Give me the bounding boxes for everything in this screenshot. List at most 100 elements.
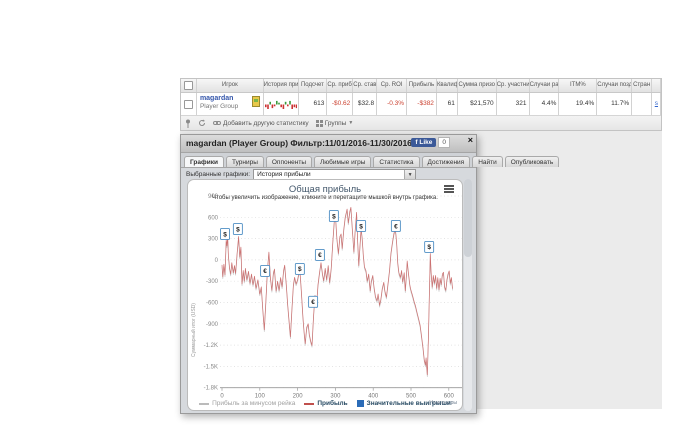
y-axis-title: Суммарный итог (USD) [190,303,197,357]
screen: ИгрокИстория прибыПодсчетСр. прибыСр. ст… [0,0,700,429]
stat-cell: 19.4% [559,93,598,115]
chevron-down-icon: ▼ [348,120,354,126]
y-tick-label: -600 [206,301,219,307]
x-tick-label: 0 [220,394,224,400]
table-row: magardan Player Group 613 -$0.62 $32.8 -0.3% -… [181,93,661,116]
tab-5[interactable]: Статистика [373,156,420,167]
column-header[interactable] [652,79,662,92]
profit-line [221,207,453,376]
legend-item-rake: Прибыль за минусом рейка [199,400,295,407]
refresh-icon[interactable] [198,119,206,127]
row-checkbox[interactable] [183,99,193,109]
tab-2[interactable]: Турниры [225,156,264,167]
player-detail-popup: magardan (Player Group) Фильтр:11/01/201… [180,134,560,414]
popup-tab-bar: Графики Турниры Оппоненты Любимые игры Стати… [181,153,560,168]
player-stats-table: ИгрокИстория прибыПодсчетСр. прибыСр. ст… [180,78,662,131]
big-win-symbol: € [311,299,315,306]
gray-line-swatch [199,402,210,405]
column-header[interactable]: Игрок [197,79,264,92]
add-statistic-label: Добавить другую статистику [223,119,309,127]
stat-cell: -$382 [407,93,437,115]
stat-cell [632,93,653,115]
select-all-checkbox[interactable] [183,81,193,90]
x-tick-label: 200 [293,394,304,400]
stat-cell: $21,570 [458,93,497,115]
profit-history-sparkline [264,93,299,115]
table-footer: Добавить другую статистику Группы ▼ [181,116,661,130]
tab-7[interactable]: Найти [472,156,503,167]
chart-menu-icon[interactable] [444,185,454,194]
column-header[interactable]: Квалиф [437,79,458,92]
x-tick-label: 600 [444,394,455,400]
table-header-row: ИгрокИстория прибыПодсчетСр. прибыСр. ст… [181,79,662,93]
big-win-symbol: € [263,268,267,275]
stat-cell: magardan Player Group [197,93,264,115]
graph-select-value: История прибыли [257,171,311,178]
popup-header: magardan (Player Group) Фильтр:11/01/201… [181,135,476,153]
close-icon[interactable]: × [468,135,473,145]
stat-cell: -0.3% [377,93,408,115]
column-header[interactable]: Ср. ставк [353,79,378,92]
big-win-symbol: $ [332,213,336,220]
column-header[interactable]: Ср. участни [497,79,530,92]
tab-6[interactable]: Достижения [421,156,471,167]
facebook-like-count: 0 [438,137,450,148]
pin-icon[interactable] [185,119,191,128]
big-win-symbol: $ [223,231,227,238]
y-tick-label: 0 [215,258,219,264]
stat-cell [181,93,197,115]
groups-button[interactable]: Группы ▼ [315,119,354,127]
y-tick-label: -1.5K [204,364,218,370]
column-header[interactable]: Стран [632,79,653,92]
stat-cell: $32.8 [353,93,378,115]
y-tick-label: 300 [208,237,219,243]
popup-title: magardan (Player Group) Фильтр:11/01/201… [186,138,412,148]
stat-cell: 4.4% [530,93,560,115]
stat-cell: -$0.62 [327,93,354,115]
dropdown-arrow-icon: ▼ [404,169,416,180]
stat-cell: 321 [497,93,530,115]
column-header[interactable]: ITM% [559,79,598,92]
scrollbar-thumb[interactable] [464,179,472,257]
x-tick-label: 400 [368,394,379,400]
column-header[interactable]: Подсчет [299,79,328,92]
stat-cell: 613 [299,93,328,115]
y-tick-label: -1.2K [204,343,218,349]
blue-square-swatch [356,400,364,407]
column-header[interactable]: История прибы [264,79,299,92]
column-header[interactable]: Ср. прибы [327,79,354,92]
big-win-symbol: € [394,223,398,230]
add-statistic-button[interactable]: Добавить другую статистику [213,120,309,127]
facebook-logo-icon: f [415,139,418,146]
tab-3[interactable]: Оппоненты [265,156,313,167]
popup-scrollbar[interactable] [464,179,472,411]
tab-4[interactable]: Любимые игры [314,156,372,167]
stat-cell: 11.7% [597,93,633,115]
column-header[interactable]: Случаи ран [530,79,560,92]
column-header[interactable]: Ср. ROI [377,79,408,92]
column-header[interactable]: Случаи позд [597,79,633,92]
tab-8[interactable]: Опубликовать [504,156,560,167]
y-tick-label: -900 [206,322,219,328]
stat-cell: 61 [437,93,458,115]
player-badge-icon [251,96,260,107]
big-win-symbol: $ [236,226,240,233]
column-header[interactable]: Прибыль [407,79,437,92]
footnote-link[interactable]: s [652,93,661,115]
x-axis-title: Номер игры [429,400,457,406]
y-tick-label: -1.8K [204,386,218,392]
big-win-symbol: $ [298,266,302,273]
column-header[interactable]: Сумма призо [458,79,497,92]
legend-item-profit: Прибыль [304,400,348,407]
graph-selector-label: Выбранные графики: [186,171,251,178]
facebook-like-button[interactable]: f Like 0 [411,137,450,148]
groups-icon [315,119,323,127]
chart-plot-area[interactable]: 9006003000-300-600-900-1.2K-1.5K-1.8K0 10… [188,180,462,410]
big-win-symbol: $ [427,244,431,251]
red-line-swatch [304,402,315,405]
column-header[interactable] [181,79,197,92]
profit-chart[interactable]: 900 600 300 0 -300 -600 -900 -1.2K -1.5K -1.8K 0 10… [187,179,463,411]
tab-1[interactable]: Графики [184,156,224,167]
x-tick-label: 100 [255,394,266,400]
x-tick-label: 500 [406,394,417,400]
